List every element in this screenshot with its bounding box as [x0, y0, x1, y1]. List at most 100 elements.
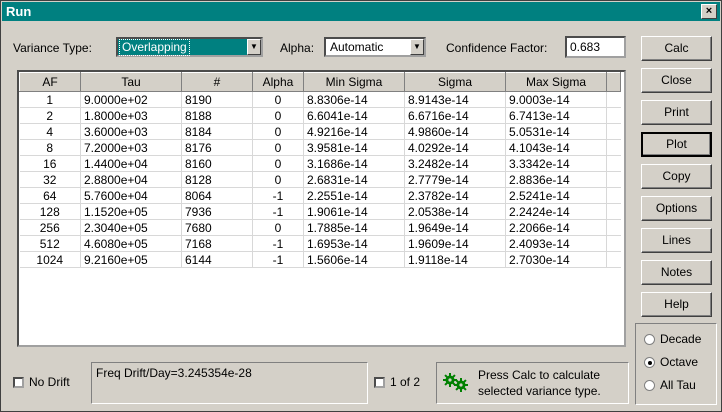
calc-button[interactable]: Calc	[641, 36, 712, 61]
table-row[interactable]: 2 1.8000e+03 8188 0 6.6041e-14 6.6716e-14 6.74…	[19, 107, 621, 124]
table-cell: 0	[252, 107, 304, 124]
alpha-select[interactable]: Automatic ▼	[324, 37, 426, 57]
table-cell: 5.7600e+04	[80, 187, 182, 204]
status-text-line1: Press Calc to calculate	[478, 368, 601, 382]
table-row[interactable]: 1 9.0000e+02 8190 0 8.8306e-14 8.9143e-14 9.00…	[19, 91, 621, 108]
column-header[interactable]: AF	[19, 72, 81, 92]
table-cell: -1	[252, 251, 304, 268]
table-cell: 1.9061e-14	[303, 203, 405, 220]
no-drift-checkbox[interactable]	[13, 377, 24, 388]
table-cell: 8.9143e-14	[404, 91, 506, 108]
table-cell: 8176	[181, 139, 253, 156]
status-text-line2: selected variance type.	[478, 384, 601, 398]
copy-button[interactable]: Copy	[641, 164, 712, 189]
notes-button[interactable]: Notes	[641, 260, 712, 285]
variance-type-value: Overlapping	[119, 39, 190, 56]
print-button[interactable]: Print	[641, 100, 712, 125]
plot-button[interactable]: Plot	[641, 132, 712, 157]
no-drift-label[interactable]: No Drift	[29, 375, 70, 389]
table-cell-spacer	[606, 171, 621, 188]
table-cell: -1	[252, 203, 304, 220]
chevron-down-icon[interactable]: ▼	[410, 39, 424, 55]
table-cell: 4.6080e+05	[80, 235, 182, 252]
table-cell: 1.9649e-14	[404, 219, 506, 236]
all-tau-label[interactable]: All Tau	[660, 378, 696, 392]
table-cell: 2.3782e-14	[404, 187, 506, 204]
octave-radio[interactable]	[644, 357, 655, 368]
gears-icon	[443, 373, 468, 392]
octave-label[interactable]: Octave	[660, 355, 698, 369]
column-header[interactable]: Tau	[80, 72, 182, 92]
variance-type-select[interactable]: Overlapping ▼	[116, 37, 263, 57]
table-cell: 8190	[181, 91, 253, 108]
table-row[interactable]: 32 2.8800e+04 8128 0 2.6831e-14 2.7779e-14 2.8…	[19, 171, 621, 188]
all-tau-radio[interactable]	[644, 380, 655, 391]
table-row[interactable]: 512 4.6080e+05 7168 -1 1.6953e-14 1.9609e-14 2…	[19, 235, 621, 252]
table-cell: -1	[252, 187, 304, 204]
page-checkbox[interactable]	[374, 377, 385, 388]
table-cell: 8184	[181, 123, 253, 140]
table-cell: 2.6831e-14	[303, 171, 405, 188]
table-cell-spacer	[606, 235, 621, 252]
decade-radio[interactable]	[644, 334, 655, 345]
close-button[interactable]: Close	[641, 68, 712, 93]
table-row[interactable]: 64 5.7600e+04 8064 -1 2.2551e-14 2.3782e-14 2.…	[19, 187, 621, 204]
table-cell: 4.1043e-14	[505, 139, 607, 156]
table-cell-spacer	[606, 123, 621, 140]
status-box: Press Calc to calculate selected varianc…	[436, 362, 629, 404]
table-cell: 512	[19, 235, 81, 252]
freq-drift-text: Freq Drift/Day=3.245354e-28	[96, 366, 252, 380]
table-cell: 5.0531e-14	[505, 123, 607, 140]
table-cell: 128	[19, 203, 81, 220]
table-row[interactable]: 8 7.2000e+03 8176 0 3.9581e-14 4.0292e-14 4.10…	[19, 139, 621, 156]
table-cell: 9.0003e-14	[505, 91, 607, 108]
table-cell: 7936	[181, 203, 253, 220]
run-dialog: Run × Variance Type: Overlapping ▼ Alpha…	[0, 0, 722, 412]
table-cell: 8160	[181, 155, 253, 172]
table-cell: 3.9581e-14	[303, 139, 405, 156]
lines-button[interactable]: Lines	[641, 228, 712, 253]
alpha-label: Alpha:	[280, 41, 315, 55]
alpha-value: Automatic	[330, 40, 384, 54]
table-cell: 9.0000e+02	[80, 91, 182, 108]
column-header[interactable]: Min Sigma	[303, 72, 405, 92]
table-cell: 2.7779e-14	[404, 171, 506, 188]
options-button[interactable]: Options	[641, 196, 712, 221]
table-cell: 4	[19, 123, 81, 140]
table-cell: 2.0538e-14	[404, 203, 506, 220]
table-cell: 1.8000e+03	[80, 107, 182, 124]
column-header-spacer	[606, 72, 621, 92]
table-cell: 1024	[19, 251, 81, 268]
column-header[interactable]: #	[181, 72, 253, 92]
table-cell: 2.8836e-14	[505, 171, 607, 188]
table-cell: 1.6953e-14	[303, 235, 405, 252]
page-label[interactable]: 1 of 2	[390, 375, 420, 389]
table-cell-spacer	[606, 91, 621, 108]
table-cell: 6.7413e-14	[505, 107, 607, 124]
table-cell: 1.7885e-14	[303, 219, 405, 236]
table-cell: 0	[252, 171, 304, 188]
column-header[interactable]: Alpha	[252, 72, 304, 92]
help-button[interactable]: Help	[641, 292, 712, 317]
table-row[interactable]: 128 1.1520e+05 7936 -1 1.9061e-14 2.0538e-14 2…	[19, 203, 621, 220]
table-cell: 4.0292e-14	[404, 139, 506, 156]
table-row[interactable]: 16 1.4400e+04 8160 0 3.1686e-14 3.2482e-14 3.3…	[19, 155, 621, 172]
table-row[interactable]: 256 2.3040e+05 7680 0 1.7885e-14 1.9649e-14 2.…	[19, 219, 621, 236]
table-cell: 1.5606e-14	[303, 251, 405, 268]
table-row[interactable]: 4 3.6000e+03 8184 0 4.9216e-14 4.9860e-14 5.05…	[19, 123, 621, 140]
results-grid[interactable]: AF Tau # Alpha Min Sigma Sigma Max Sigma…	[17, 70, 626, 347]
table-cell: 4.9860e-14	[404, 123, 506, 140]
column-header[interactable]: Sigma	[404, 72, 506, 92]
close-window-button[interactable]: ×	[701, 4, 717, 19]
table-cell: 8.8306e-14	[303, 91, 405, 108]
confidence-factor-input[interactable]: 0.683	[565, 36, 626, 58]
table-cell: 0	[252, 139, 304, 156]
table-cell: 8188	[181, 107, 253, 124]
table-cell: 4.9216e-14	[303, 123, 405, 140]
chevron-down-icon[interactable]: ▼	[247, 39, 261, 55]
table-cell: 6.6041e-14	[303, 107, 405, 124]
decade-label[interactable]: Decade	[660, 332, 701, 346]
table-cell: 256	[19, 219, 81, 236]
table-row[interactable]: 1024 9.2160e+05 6144 -1 1.5606e-14 1.9118e-14…	[19, 251, 621, 268]
column-header[interactable]: Max Sigma	[505, 72, 607, 92]
